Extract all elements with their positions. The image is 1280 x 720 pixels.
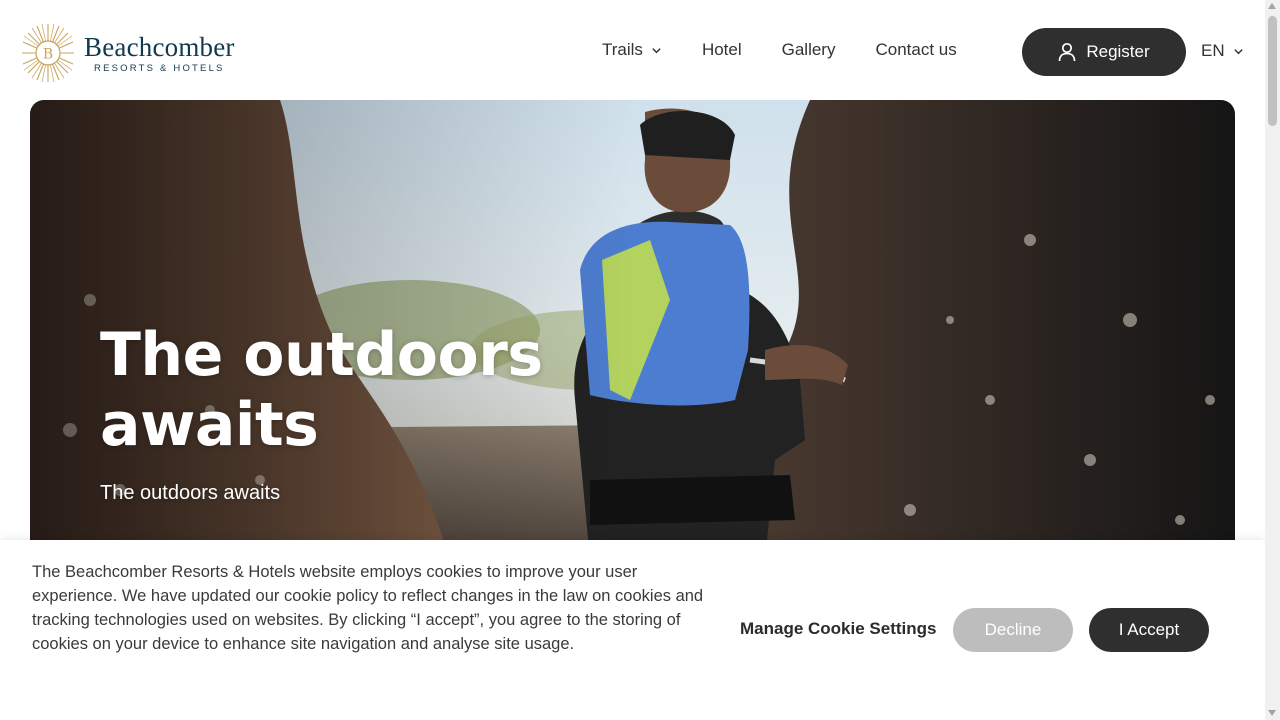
- logo-monogram: B: [43, 47, 53, 63]
- nav-item-label: Contact us: [875, 40, 957, 59]
- nav-item-label: Trails: [602, 40, 643, 59]
- brand-name: Beachcomber: [84, 31, 235, 62]
- scroll-up-arrow-icon[interactable]: [1268, 3, 1276, 9]
- sunburst-logo-icon: B: [20, 20, 76, 86]
- language-selector[interactable]: EN: [1201, 41, 1244, 61]
- manage-cookie-settings-button[interactable]: Manage Cookie Settings: [740, 619, 936, 639]
- hero-subtitle: The outdoors awaits: [100, 482, 281, 504]
- register-label: Register: [1086, 42, 1150, 61]
- scroll-thumb[interactable]: [1268, 16, 1277, 126]
- cookie-message: The Beachcomber Resorts & Hotels website…: [32, 563, 704, 653]
- cookie-banner: The Beachcomber Resorts & Hotels website…: [0, 540, 1265, 720]
- hero-title: The outdoors awaits: [100, 320, 543, 460]
- nav-item-trails[interactable]: Trails: [602, 40, 662, 60]
- nav-item-hotel[interactable]: Hotel: [702, 40, 742, 60]
- accept-button[interactable]: I Accept: [1089, 608, 1209, 652]
- chevron-down-icon: [1233, 48, 1243, 54]
- brand-tagline: RESORTS & HOTELS: [94, 62, 225, 74]
- site-header: B Beachcomber RESORTS & HOTELS Trails Ho…: [0, 0, 1265, 100]
- user-icon: [1058, 42, 1076, 62]
- page-scrollbar[interactable]: [1265, 0, 1280, 720]
- main-nav: Trails Hotel Gallery Contact us: [602, 40, 957, 60]
- register-button[interactable]: Register: [1022, 28, 1186, 76]
- language-label: EN: [1201, 41, 1225, 60]
- brand-logo[interactable]: B Beachcomber RESORTS & HOTELS: [20, 20, 260, 86]
- hero-banner: The outdoors awaits The outdoors awaits: [30, 100, 1235, 560]
- decline-button[interactable]: Decline: [953, 608, 1073, 652]
- nav-item-label: Gallery: [781, 40, 836, 59]
- nav-item-label: Hotel: [701, 40, 742, 59]
- nav-item-contact[interactable]: Contact us: [875, 40, 956, 60]
- nav-item-gallery[interactable]: Gallery: [782, 40, 836, 60]
- chevron-down-icon: [652, 47, 661, 53]
- scroll-down-arrow-icon[interactable]: [1268, 710, 1276, 716]
